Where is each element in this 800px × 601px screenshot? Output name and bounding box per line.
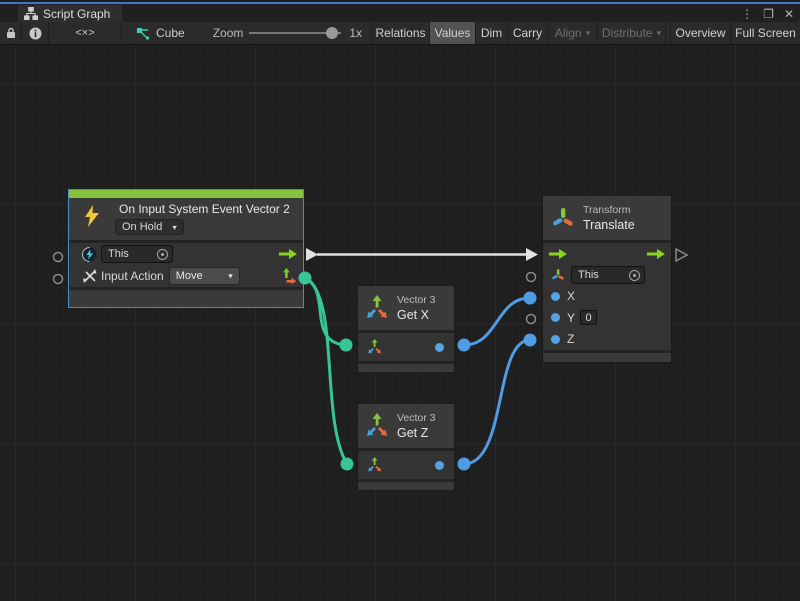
- getx-subtitle: Vector 3: [397, 294, 436, 307]
- getz-output-port[interactable]: [435, 461, 444, 470]
- window-close-icon[interactable]: ✕: [784, 7, 794, 21]
- event-this-row: This: [69, 243, 303, 265]
- getx-row: [358, 333, 454, 361]
- align-caret-icon: ▾: [586, 28, 591, 38]
- lightning-bolt-icon: [84, 205, 100, 227]
- translate-flow-row: [543, 243, 671, 264]
- getz-row: [358, 451, 454, 479]
- translate-y-row: Y 0: [543, 307, 671, 328]
- getz-footer: [358, 482, 454, 490]
- event-mode-dropdown[interactable]: On Hold▾: [115, 219, 184, 235]
- lock-button[interactable]: [0, 22, 22, 44]
- translate-title: Translate: [583, 217, 635, 233]
- input-system-icon: [82, 247, 97, 262]
- node-on-input-system-event[interactable]: On Input System Event Vector 2 On Hold▾ …: [68, 189, 304, 308]
- translate-x-label: X: [567, 289, 575, 303]
- translate-node-footer: [543, 353, 671, 362]
- graph-owner-label: Cube: [156, 26, 185, 40]
- getx-header: Vector 3 Get X: [358, 286, 454, 330]
- lock-icon: [6, 27, 16, 39]
- object-picker-icon[interactable]: [157, 249, 168, 260]
- info-icon: [29, 27, 42, 40]
- input-action-dropdown[interactable]: Move▾: [169, 267, 240, 285]
- translate-z-port[interactable]: [551, 335, 560, 344]
- align-button[interactable]: Align▾: [548, 22, 598, 44]
- input-action-caret-icon: ▾: [228, 271, 233, 281]
- getz-subtitle: Vector 3: [397, 412, 436, 425]
- relations-button[interactable]: Relations: [371, 22, 430, 44]
- input-action-icon: [83, 269, 97, 283]
- translate-y-port[interactable]: [551, 313, 560, 322]
- event-node-accent-bar: [69, 190, 303, 198]
- translate-z-row: Z: [543, 329, 671, 350]
- info-button[interactable]: [22, 22, 49, 44]
- translate-x-port[interactable]: [551, 292, 560, 301]
- translate-header: Transform Translate: [543, 196, 671, 240]
- dim-button[interactable]: Dim: [476, 22, 508, 44]
- event-node-footer: [69, 290, 303, 307]
- tab-script-graph[interactable]: Script Graph: [18, 5, 122, 22]
- code-icon: <×>: [75, 27, 94, 39]
- translate-subtitle: Transform: [583, 204, 635, 217]
- distribute-button[interactable]: Distribute▾: [598, 22, 666, 44]
- script-graph-icon: [24, 7, 38, 20]
- window-menu-icon[interactable]: ⋮: [741, 7, 753, 21]
- distribute-caret-icon: ▾: [657, 28, 662, 38]
- zoom-control: Zoom 1x: [213, 22, 362, 44]
- transform-mini-icon: [551, 268, 565, 282]
- graph-owner[interactable]: Cube: [136, 22, 185, 44]
- event-mode-caret-icon: ▾: [172, 222, 177, 232]
- window-maximize-icon[interactable]: ❐: [763, 7, 774, 21]
- zoom-slider-knob[interactable]: [326, 27, 338, 39]
- node-get-z[interactable]: Vector 3 Get Z: [357, 403, 455, 491]
- fullscreen-button[interactable]: Full Screen: [731, 22, 800, 44]
- getx-footer: [358, 364, 454, 372]
- translate-this-row: This: [543, 264, 671, 285]
- getx-title: Get X: [397, 307, 436, 323]
- event-node-header: On Input System Event Vector 2 On Hold▾: [69, 198, 303, 240]
- node-translate[interactable]: Transform Translate This X: [542, 195, 672, 363]
- object-picker-icon[interactable]: [629, 270, 640, 281]
- zoom-slider[interactable]: [249, 32, 341, 34]
- code-preview-button[interactable]: <×>: [49, 22, 122, 44]
- event-node-title: On Input System Event Vector 2: [119, 201, 290, 217]
- tab-title: Script Graph: [43, 7, 110, 21]
- translate-y-value[interactable]: 0: [580, 310, 597, 325]
- overview-button[interactable]: Overview: [670, 22, 731, 44]
- flow-out-arrow-icon[interactable]: [647, 248, 665, 260]
- vector3-mini-icon: [366, 457, 383, 473]
- translate-y-label: Y: [567, 311, 575, 325]
- vector3-icon: [364, 295, 390, 321]
- node-get-x[interactable]: Vector 3 Get X: [357, 285, 455, 373]
- event-action-row: Input Action Move▾: [69, 265, 303, 287]
- flow-out-arrow-icon[interactable]: [279, 248, 297, 260]
- input-action-label: Input Action: [101, 269, 164, 283]
- vector2-output-icon[interactable]: [281, 268, 297, 284]
- flow-in-arrow-icon[interactable]: [549, 248, 567, 260]
- getx-output-port[interactable]: [435, 343, 444, 352]
- getz-title: Get Z: [397, 425, 436, 441]
- vector3-mini-icon: [366, 339, 383, 355]
- translate-x-row: X: [543, 286, 671, 307]
- carry-button[interactable]: Carry: [508, 22, 548, 44]
- toolbar: <×> Cube Zoom 1x Relations Values Dim Ca…: [0, 22, 800, 45]
- tab-bar: Script Graph ⋮ ❐ ✕: [0, 4, 800, 22]
- values-button[interactable]: Values: [430, 22, 476, 44]
- vector3-icon: [364, 413, 390, 439]
- graph-owner-icon: [136, 27, 150, 40]
- event-target-field[interactable]: This: [101, 245, 173, 263]
- zoom-value: 1x: [349, 26, 362, 40]
- zoom-label: Zoom: [213, 26, 244, 40]
- translate-target-field[interactable]: This: [571, 266, 645, 284]
- translate-z-label: Z: [567, 332, 574, 346]
- getz-header: Vector 3 Get Z: [358, 404, 454, 448]
- transform-icon: [551, 206, 575, 230]
